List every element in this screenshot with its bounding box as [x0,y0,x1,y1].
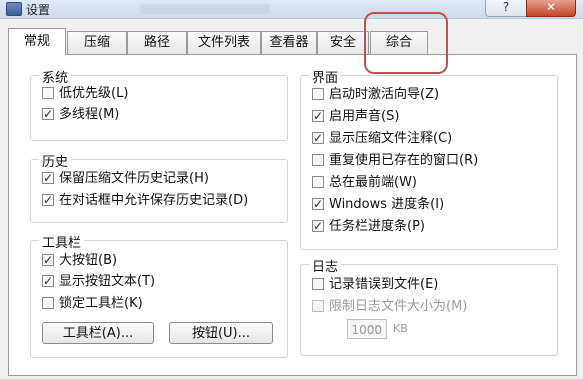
checkbox-icon [42,296,54,309]
log-errors-checkbox[interactable]: 记录错误到文件(E) [312,276,438,294]
checkbox-checked-icon [42,169,54,187]
help-button[interactable]: ? [485,0,527,17]
enable-sound-checkbox[interactable]: 启用声音(S) [312,107,399,126]
tab-general[interactable]: 常规 [8,28,66,55]
checkbox-checked-icon [42,105,54,123]
toolbar-group-title: 工具栏 [39,232,85,251]
toolbar-settings-button[interactable]: 工具栏(A)... [42,322,154,344]
startup-wizard-checkbox[interactable]: 启动时激活向导(Z) [312,86,439,104]
app-icon [6,2,22,16]
tab-viewer[interactable]: 查看器 [261,31,317,54]
settings-panel: 系统 低优先级(L) 多线程(M) 历史 保留压缩文件历史记录(H) 在对话框中… [8,54,577,376]
show-button-text-checkbox[interactable]: 显示按钮文本(T) [42,272,155,291]
system-group: 系统 低优先级(L) 多线程(M) [30,67,288,141]
log-group-title: 日志 [309,256,342,275]
keep-history-checkbox[interactable]: 保留压缩文件历史记录(H) [42,169,209,188]
tab-paths[interactable]: 路径 [127,31,187,54]
tab-advanced[interactable]: 综合 [370,31,428,54]
close-button[interactable]: ✕ [526,0,576,17]
limit-log-size-checkbox[interactable]: 限制日志文件大小为(M) [312,298,467,316]
tab-security[interactable]: 安全 [317,31,369,54]
checkbox-icon [312,175,324,188]
checkbox-checked-icon [312,107,324,125]
show-comments-checkbox[interactable]: 显示压缩文件注释(C) [312,129,452,148]
history-group: 历史 保留压缩文件历史记录(H) 在对话框中允许保存历史记录(D) [30,151,288,223]
buttons-settings-button[interactable]: 按钮(U)... [169,322,273,344]
interface-group-title: 界面 [309,67,342,86]
checkbox-icon [312,299,324,312]
low-priority-checkbox[interactable]: 低优先级(L) [42,85,128,103]
checkbox-checked-icon [42,272,54,290]
checkbox-icon [312,87,324,100]
system-group-title: 系统 [39,67,72,86]
checkbox-checked-icon [312,217,324,235]
interface-group: 界面 启动时激活向导(Z) 启用声音(S) 显示压缩文件注释(C) 重复使用已存… [300,67,558,250]
checkbox-icon [312,277,324,290]
log-size-input[interactable]: 1000 [347,319,387,339]
dialog-history-checkbox[interactable]: 在对话框中允许保存历史记录(D) [42,191,248,210]
log-size-unit: KB [393,322,408,335]
checkbox-icon [312,153,324,166]
multithread-checkbox[interactable]: 多线程(M) [42,105,119,124]
title-bar: 设置 ? ✕ [0,0,583,19]
log-group: 日志 记录错误到文件(E) 限制日志文件大小为(M) [300,256,558,356]
tab-compression[interactable]: 压缩 [67,31,127,54]
blurred-title-area [140,4,270,14]
window-title: 设置 [26,3,51,17]
large-buttons-checkbox[interactable]: 大按钮(B) [42,251,117,270]
toolbar-group: 工具栏 大按钮(B) 显示按钮文本(T) 锁定工具栏(K) 工具栏(A)... … [30,232,288,358]
checkbox-checked-icon [42,251,54,269]
checkbox-checked-icon [312,195,324,213]
windows-progress-checkbox[interactable]: Windows 进度条(I) [312,195,444,214]
checkbox-checked-icon [42,191,54,209]
reuse-window-checkbox[interactable]: 重复使用已存在的窗口(R) [312,152,478,170]
checkbox-icon [42,86,54,99]
taskbar-progress-checkbox[interactable]: 任务栏进度条(P) [312,217,425,236]
history-group-title: 历史 [39,151,72,170]
lock-toolbar-checkbox[interactable]: 锁定工具栏(K) [42,295,143,313]
tab-file-list[interactable]: 文件列表 [187,31,261,54]
checkbox-checked-icon [312,129,324,147]
always-on-top-checkbox[interactable]: 总在最前端(W) [312,174,417,192]
